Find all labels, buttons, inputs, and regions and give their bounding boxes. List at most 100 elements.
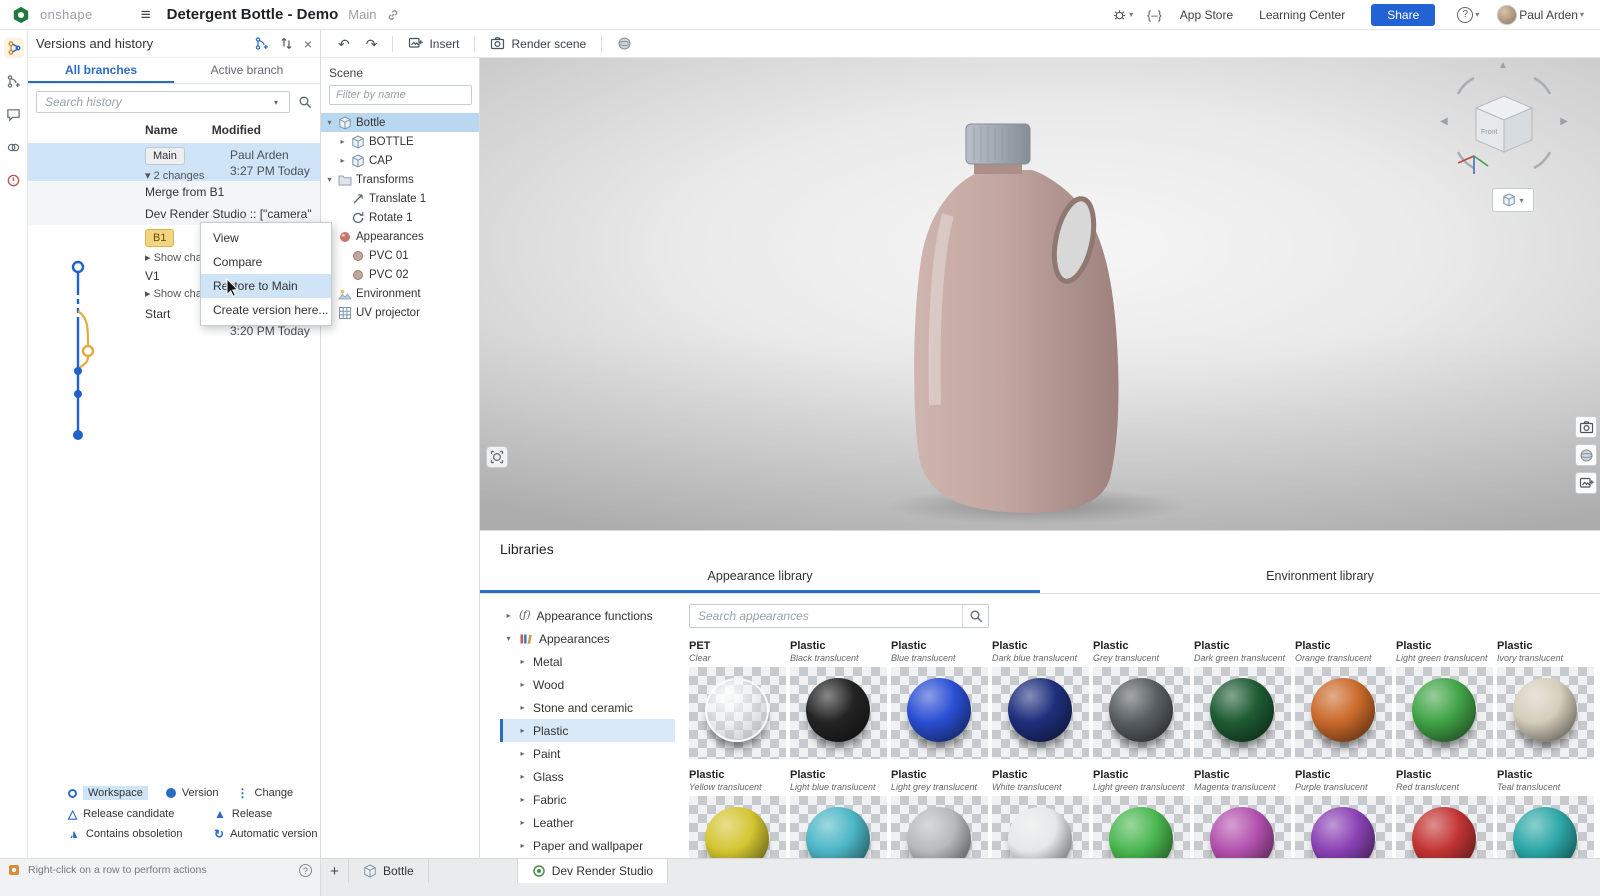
render-viewport[interactable]: Front ▲ ◀ ▶ ▾ — [480, 58, 1600, 530]
chevron-right-icon[interactable]: ▸ — [518, 772, 527, 781]
learning-center-link[interactable]: Learning Center — [1259, 8, 1345, 22]
pan-left-icon[interactable]: ◀ — [1440, 116, 1448, 127]
scene-tree-item-bottle[interactable]: ▾Bottle — [321, 113, 479, 132]
hamburger-menu-icon[interactable]: ≡ — [141, 5, 151, 25]
library-category-paint[interactable]: ▸Paint — [500, 742, 675, 765]
library-category-metal[interactable]: ▸Metal — [500, 650, 675, 673]
chevron-right-icon[interactable]: ▸ — [338, 156, 347, 165]
help-menu[interactable]: ? ▾ — [1457, 7, 1479, 23]
swatch-plastic-teal-translucent[interactable]: Plastic Teal translucent — [1497, 769, 1594, 858]
swatch-plastic-purple-translucent[interactable]: Plastic Purple translucent — [1295, 769, 1392, 858]
scene-tree-item-translate-1[interactable]: Translate 1 — [321, 189, 479, 208]
chevron-right-icon[interactable]: ▸ — [145, 288, 151, 300]
scene-tree-item-bottle[interactable]: ▸BOTTLE — [321, 132, 479, 151]
search-icon[interactable] — [298, 95, 312, 109]
scene-tree-item-environment[interactable]: ▸Environment — [321, 284, 479, 303]
snapshot-button[interactable] — [486, 446, 508, 468]
context-menu-item-create-version-here[interactable]: Create version here... — [201, 298, 331, 322]
swatch-plastic-light-blue-translucent[interactable]: Plastic Light blue translucent — [790, 769, 887, 858]
swatch-plastic-ivory-translucent[interactable]: Plastic Ivory translucent — [1497, 640, 1594, 759]
library-category-stone-and-ceramic[interactable]: ▸Stone and ceramic — [500, 696, 675, 719]
insert-button[interactable]: Insert — [401, 33, 466, 54]
swatch-plastic-orange-translucent[interactable]: Plastic Orange translucent — [1295, 640, 1392, 759]
code-brackets-icon[interactable]: {–} — [1147, 8, 1162, 22]
scene-tree-item-appearances[interactable]: ▾Appearances — [321, 227, 479, 246]
tab-active-branch[interactable]: Active branch — [174, 58, 320, 83]
library-category-wood[interactable]: ▸Wood — [500, 673, 675, 696]
chevron-down-icon[interactable]: ▾ — [504, 634, 513, 643]
compare-versions-icon[interactable] — [279, 36, 294, 51]
viewport-camera-button[interactable] — [1575, 416, 1597, 438]
library-category-paper-and-wallpaper[interactable]: ▸Paper and wallpaper — [500, 834, 675, 857]
workspace-badge-main[interactable]: Main — [145, 147, 185, 165]
chevron-down-icon[interactable]: ▾ — [325, 118, 334, 127]
chevron-right-icon[interactable]: ▸ — [518, 749, 527, 758]
swatch-plastic-dark-green-translucent[interactable]: Plastic Dark green translucent — [1194, 640, 1291, 759]
swatch-plastic-dark-blue-translucent[interactable]: Plastic Dark blue translucent — [992, 640, 1089, 759]
library-category-appearances[interactable]: ▾Appearances — [500, 627, 675, 650]
library-category-leather[interactable]: ▸Leather — [500, 811, 675, 834]
render-queue-button[interactable]: ▾ — [1112, 7, 1133, 22]
chevron-right-icon[interactable]: ▸ — [518, 657, 527, 666]
search-filter-caret-icon[interactable]: ▾ — [274, 98, 278, 107]
context-menu-item-restore-to-main[interactable]: Restore to Main — [201, 274, 331, 298]
chevron-right-icon[interactable]: ▸ — [518, 680, 527, 689]
scene-tree-item-rotate-1[interactable]: Rotate 1 — [321, 208, 479, 227]
follow-mode-icon[interactable] — [4, 137, 24, 157]
history-row-main[interactable]: Main ▾ 2 changes Paul Arden3:27 PM Today — [28, 143, 320, 181]
context-menu-item-view[interactable]: View — [201, 226, 331, 250]
swatch-plastic-grey-translucent[interactable]: Plastic Grey translucent — [1093, 640, 1190, 759]
history-row-merge[interactable]: Merge from B1 — [28, 181, 320, 203]
chevron-right-icon[interactable]: ▸ — [518, 841, 527, 850]
context-menu-item-compare[interactable]: Compare — [201, 250, 331, 274]
create-version-icon[interactable] — [4, 71, 24, 91]
chevron-right-icon[interactable]: ▸ — [504, 611, 513, 620]
scene-filter-input[interactable] — [329, 85, 472, 105]
versions-history-panel-icon[interactable] — [4, 38, 24, 58]
tab-all-branches[interactable]: All branches — [28, 58, 174, 83]
viewport-render-button[interactable] — [1575, 444, 1597, 466]
swatch-plastic-light-green-translucent[interactable]: Plastic Light green translucent — [1396, 640, 1493, 759]
swatch-plastic-red-translucent[interactable]: Plastic Red translucent — [1396, 769, 1493, 858]
search-button[interactable] — [962, 605, 988, 627]
scene-tree-item-cap[interactable]: ▸CAP — [321, 151, 479, 170]
chevron-right-icon[interactable]: ▸ — [518, 818, 527, 827]
swatch-plastic-blue-translucent[interactable]: Plastic Blue translucent — [891, 640, 988, 759]
chevron-right-icon[interactable]: ▸ — [338, 137, 347, 146]
share-link-icon[interactable] — [386, 8, 400, 22]
pan-up-icon[interactable]: ▲ — [1498, 60, 1508, 71]
render-status-icon[interactable] — [4, 170, 24, 190]
create-branch-icon[interactable] — [254, 36, 269, 51]
scene-tree-item-transforms[interactable]: ▾Transforms — [321, 170, 479, 189]
undo-button[interactable]: ↶ — [331, 34, 357, 54]
chevron-down-icon[interactable]: ▾ — [325, 175, 334, 184]
tab-environment-library[interactable]: Environment library — [1040, 563, 1600, 593]
detergent-bottle-render[interactable] — [888, 120, 1138, 520]
add-tab-button[interactable]: + — [321, 859, 349, 883]
swatch-plastic-black-translucent[interactable]: Plastic Black translucent — [790, 640, 887, 759]
chevron-right-icon[interactable]: ▸ — [518, 795, 527, 804]
branch-badge-b1[interactable]: B1 — [145, 229, 174, 247]
user-menu[interactable]: Paul Arden ▾ — [1497, 5, 1584, 25]
view-cube[interactable]: Front ▲ ◀ ▶ — [1444, 64, 1564, 184]
search-appearances-input[interactable] — [690, 606, 962, 626]
document-tab-dev-render-studio[interactable]: Dev Render Studio — [517, 859, 668, 883]
tab-appearance-library[interactable]: Appearance library — [480, 563, 1040, 593]
swatch-plastic-magenta-translucent[interactable]: Plastic Magenta translucent — [1194, 769, 1291, 858]
app-store-link[interactable]: App Store — [1180, 8, 1233, 22]
chevron-right-icon[interactable]: ▸ — [518, 726, 527, 735]
swatch-plastic-light-green-translucent[interactable]: Plastic Light green translucent — [1093, 769, 1190, 858]
document-tab-bottle[interactable]: Bottle — [349, 859, 429, 883]
search-history-input[interactable] — [36, 91, 290, 113]
redo-button[interactable]: ↷ — [359, 34, 385, 54]
chevron-right-icon[interactable]: ▸ — [518, 703, 527, 712]
share-button[interactable]: Share — [1371, 4, 1435, 26]
viewport-image-button[interactable] — [1575, 472, 1597, 494]
material-sphere-button[interactable] — [610, 33, 639, 54]
library-category-glass[interactable]: ▸Glass — [500, 765, 675, 788]
swatch-plastic-yellow-translucent[interactable]: Plastic Yellow translucent — [689, 769, 786, 858]
swatch-plastic-light-grey-translucent[interactable]: Plastic Light grey translucent — [891, 769, 988, 858]
render-scene-button[interactable]: Render scene — [483, 33, 593, 54]
comments-icon[interactable] — [4, 104, 24, 124]
view-options-button[interactable]: ▾ — [1492, 188, 1534, 212]
